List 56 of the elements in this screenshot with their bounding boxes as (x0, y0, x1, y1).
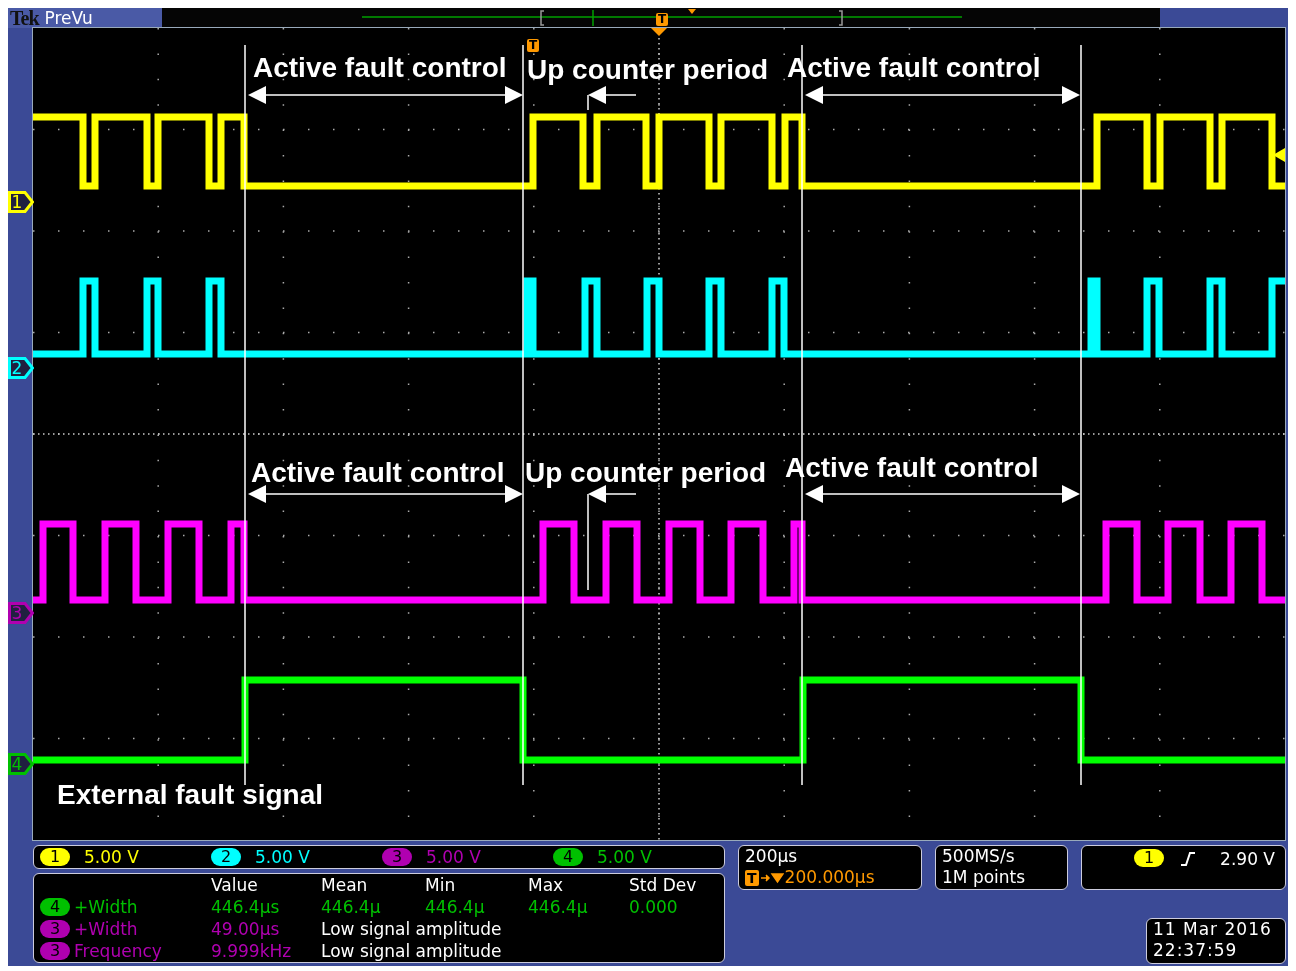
channel-marker: 1 (8, 191, 34, 213)
scale-value: 5.00 V (425, 847, 482, 867)
time-scale: 200µs (745, 846, 799, 867)
annotation-label: Active fault control (253, 52, 507, 84)
annotation-label: Up counter period (525, 457, 767, 489)
measurement-name: +Width (74, 896, 138, 918)
trigger-level-icon (1273, 148, 1285, 162)
measurement-value: 49.00µs (211, 918, 281, 940)
scale-value: 5.00 V (596, 847, 653, 867)
trigger-badge: T (656, 13, 669, 26)
channel-badge: 4 (40, 898, 70, 916)
measurement-value: 446.4µ (528, 896, 589, 918)
column-header: Min (425, 874, 457, 896)
brand-logo: Tek (10, 6, 39, 30)
scale-value: 5.00 V (254, 847, 311, 867)
measurement-name: Frequency (74, 940, 162, 962)
trigger-level: 2.90 V (1220, 849, 1275, 869)
sample-rate: 500MS/s (942, 846, 1016, 867)
arrow (587, 86, 637, 111)
annotation-label: Active fault control (251, 457, 505, 489)
channel-marker: 4 (8, 753, 34, 775)
channel-badge: 1 (40, 848, 70, 866)
channel-marker: 2 (8, 357, 34, 379)
column-header: Std Dev (629, 874, 698, 896)
annotation-label: Up counter period (527, 54, 769, 86)
status-message: Low signal amplitude (321, 918, 503, 940)
measurement-value: 446.4µ (321, 896, 382, 918)
scale-value: 5.00 V (83, 847, 140, 867)
mode-label: PreVu (44, 8, 93, 28)
delay-value: 200.000µs (784, 867, 875, 888)
measurement-value: 446.4µs (211, 896, 281, 918)
rising-edge-icon (1180, 851, 1197, 867)
measurement-value: 446.4µ (425, 896, 486, 918)
time-label: 22:37:59 (1153, 940, 1239, 961)
arrow-icon (759, 870, 784, 885)
channel-badge: 2 (211, 848, 241, 866)
trigger-badge: T (527, 39, 540, 52)
column-header: Mean (321, 874, 369, 896)
date-label: 11 Mar 2016 (1153, 919, 1273, 940)
annotation-label: External fault signal (57, 779, 324, 811)
measurement-name: +Width (74, 918, 138, 940)
channel-badge: 1 (1134, 849, 1165, 867)
trigger-point-icon (688, 9, 696, 14)
channel-marker: 3 (8, 602, 34, 624)
channel-badge: 4 (553, 848, 583, 866)
measurement-value: 9.999kHz (211, 940, 293, 962)
column-header: Value (211, 874, 259, 896)
channel-badge: 3 (40, 920, 70, 938)
column-header: Max (528, 874, 565, 896)
measurement-value: 0.000 (629, 896, 679, 918)
status-message: Low signal amplitude (321, 940, 503, 962)
position-tick (592, 9, 594, 27)
channel-badge: 3 (40, 942, 70, 960)
record-length: 1M points (942, 867, 1027, 888)
trigger-badge: T (745, 869, 759, 886)
channel-badge: 3 (382, 848, 412, 866)
